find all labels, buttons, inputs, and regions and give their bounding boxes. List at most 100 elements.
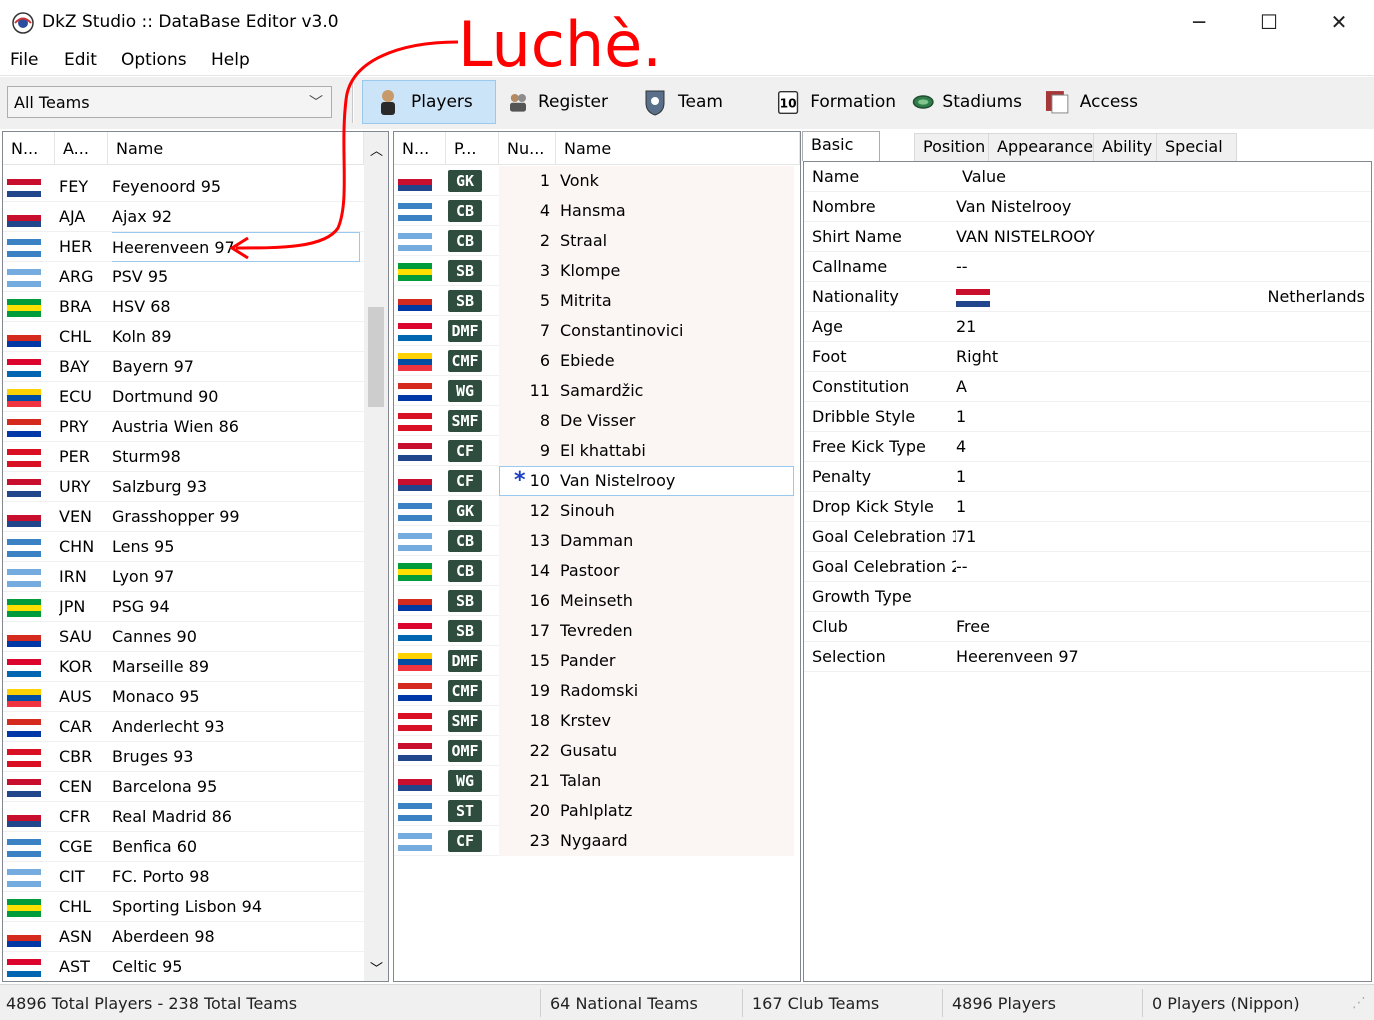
- detail-value[interactable]: [956, 582, 1356, 612]
- table-row[interactable]: DMF 15 Pander: [394, 646, 794, 676]
- table-row[interactable]: AST Celtic 95: [3, 952, 364, 981]
- detail-value[interactable]: Right: [956, 342, 1356, 372]
- col-player-name[interactable]: Name: [556, 132, 800, 165]
- table-row[interactable]: CF 9 El khattabi: [394, 436, 794, 466]
- table-row[interactable]: JPN PSG 94: [3, 592, 364, 622]
- detail-row[interactable]: Dribble Style 1: [804, 402, 1371, 432]
- col-team-name[interactable]: Name: [108, 132, 364, 165]
- table-row[interactable]: SAU Cannes 90: [3, 622, 364, 652]
- register-button[interactable]: Register: [496, 80, 618, 124]
- scrollbar-thumb[interactable]: [368, 307, 384, 407]
- table-row[interactable]: CB 13 Damman: [394, 526, 794, 556]
- detail-row[interactable]: Growth Type: [804, 582, 1371, 612]
- access-button[interactable]: Access: [1032, 80, 1148, 124]
- detail-value[interactable]: VAN NISTELROOY: [956, 222, 1356, 252]
- detail-row[interactable]: Nationality Netherlands: [804, 282, 1371, 312]
- table-row[interactable]: GK 1 Vonk: [394, 166, 794, 196]
- detail-value[interactable]: Free: [956, 612, 1356, 642]
- table-row[interactable]: DMF 7 Constantinovici: [394, 316, 794, 346]
- menu-help[interactable]: Help: [211, 50, 250, 70]
- scroll-down-icon[interactable]: ﹀: [370, 958, 383, 977]
- table-row[interactable]: GK 12 Sinouh: [394, 496, 794, 526]
- detail-row[interactable]: Club Free: [804, 612, 1371, 642]
- detail-row[interactable]: Nombre Van Nistelrooy: [804, 192, 1371, 222]
- formation-button[interactable]: 10 Formation: [764, 80, 906, 124]
- tab-appearance[interactable]: Appearance: [988, 133, 1103, 161]
- detail-row[interactable]: Selection Heerenveen 97: [804, 642, 1371, 672]
- table-row[interactable]: VEN Grasshopper 99: [3, 502, 364, 532]
- players-list[interactable]: N... P... Nu... Name GK 1 Vonk CB 4 Hansma CB 2…: [393, 131, 801, 982]
- teams-scrollbar[interactable]: ︿ ﹀: [364, 132, 388, 981]
- detail-row[interactable]: Drop Kick Style 1: [804, 492, 1371, 522]
- table-row[interactable]: PER Sturm98: [3, 442, 364, 472]
- table-row[interactable]: HER Heerenveen 97: [3, 232, 364, 262]
- table-row[interactable]: KOR Marseille 89: [3, 652, 364, 682]
- table-row[interactable]: CF 23 Nygaard: [394, 826, 794, 856]
- table-row[interactable]: CHL Koln 89: [3, 322, 364, 352]
- table-row[interactable]: ARG PSV 95: [3, 262, 364, 292]
- table-row[interactable]: CAR Anderlecht 93: [3, 712, 364, 742]
- table-row[interactable]: ST 20 Pahlplatz: [394, 796, 794, 826]
- table-row[interactable]: FEY Feyenoord 95: [3, 172, 364, 202]
- tab-special-abilities[interactable]: Special Abilities: [1156, 133, 1238, 182]
- detail-row[interactable]: Callname --: [804, 252, 1371, 282]
- table-row[interactable]: CB 14 Pastoor: [394, 556, 794, 586]
- table-row[interactable]: CHN Lens 95: [3, 532, 364, 562]
- players-button[interactable]: Players: [362, 80, 496, 124]
- col-number[interactable]: Nu...: [499, 132, 556, 165]
- table-row[interactable]: WG 11 Samardžic: [394, 376, 794, 406]
- minimize-button[interactable]: ─: [1164, 0, 1234, 46]
- table-row[interactable]: ECU Dortmund 90: [3, 382, 364, 412]
- table-row[interactable]: CMF 19 Radomski: [394, 676, 794, 706]
- col-abbreviation[interactable]: A...: [55, 132, 108, 165]
- detail-row[interactable]: Age 21: [804, 312, 1371, 342]
- detail-value[interactable]: 1: [956, 462, 1356, 492]
- menu-file[interactable]: File: [10, 50, 38, 70]
- table-row[interactable]: IRN Lyon 97: [3, 562, 364, 592]
- col-position[interactable]: P...: [446, 132, 499, 165]
- table-row[interactable]: CIT FC. Porto 98: [3, 862, 364, 892]
- table-row[interactable]: SB 17 Tevreden: [394, 616, 794, 646]
- resize-grip-icon[interactable]: ⋰: [1352, 995, 1366, 1011]
- table-row[interactable]: AJA Ajax 92: [3, 202, 364, 232]
- table-row[interactable]: CB 2 Straal: [394, 226, 794, 256]
- table-row[interactable]: SMF 8 De Visser: [394, 406, 794, 436]
- table-row[interactable]: SB 16 Meinseth: [394, 586, 794, 616]
- maximize-button[interactable]: ☐: [1234, 0, 1304, 46]
- detail-value[interactable]: Heerenveen 97: [956, 642, 1356, 672]
- detail-row[interactable]: Foot Right: [804, 342, 1371, 372]
- teams-list[interactable]: N... A... Name FEY Feyenoord 95 AJA Ajax 92…: [2, 131, 389, 982]
- table-row[interactable]: CFR Real Madrid 86: [3, 802, 364, 832]
- detail-value[interactable]: Van Nistelrooy: [956, 192, 1356, 222]
- col-player-nationality[interactable]: N...: [394, 132, 446, 165]
- detail-row[interactable]: Goal Celebration 1 71: [804, 522, 1371, 552]
- close-button[interactable]: ✕: [1304, 0, 1374, 46]
- detail-value[interactable]: Netherlands: [1165, 282, 1365, 312]
- scroll-up-icon[interactable]: ︿: [370, 140, 383, 159]
- menu-edit[interactable]: Edit: [64, 50, 97, 70]
- table-row[interactable]: CEN Barcelona 95: [3, 772, 364, 802]
- tab-position[interactable]: Position: [914, 133, 995, 161]
- table-row[interactable]: BAY Bayern 97: [3, 352, 364, 382]
- table-row[interactable]: PRY Austria Wien 86: [3, 412, 364, 442]
- detail-value[interactable]: --: [956, 252, 1356, 282]
- table-row[interactable]: BRA HSV 68: [3, 292, 364, 322]
- detail-value[interactable]: A: [956, 372, 1356, 402]
- team-filter-select[interactable]: All Teams ﹀: [7, 86, 332, 118]
- table-row[interactable]: URY Salzburg 93: [3, 472, 364, 502]
- table-row[interactable]: CF * 10 Van Nistelrooy: [394, 466, 794, 496]
- detail-row[interactable]: Constitution A: [804, 372, 1371, 402]
- detail-row[interactable]: Shirt Name VAN NISTELROOY: [804, 222, 1371, 252]
- stadiums-button[interactable]: Stadiums: [902, 80, 1032, 124]
- detail-value[interactable]: 71: [956, 522, 1356, 552]
- detail-value[interactable]: --: [956, 552, 1356, 582]
- detail-row[interactable]: Penalty 1: [804, 462, 1371, 492]
- detail-value[interactable]: 1: [956, 492, 1356, 522]
- menu-options[interactable]: Options: [121, 50, 187, 70]
- detail-row[interactable]: Free Kick Type 4: [804, 432, 1371, 462]
- table-row[interactable]: CBR Bruges 93: [3, 742, 364, 772]
- team-button[interactable]: Team: [630, 80, 734, 124]
- table-row[interactable]: CB 4 Hansma: [394, 196, 794, 226]
- table-row[interactable]: CGE Benfica 60: [3, 832, 364, 862]
- detail-value[interactable]: 1: [956, 402, 1356, 432]
